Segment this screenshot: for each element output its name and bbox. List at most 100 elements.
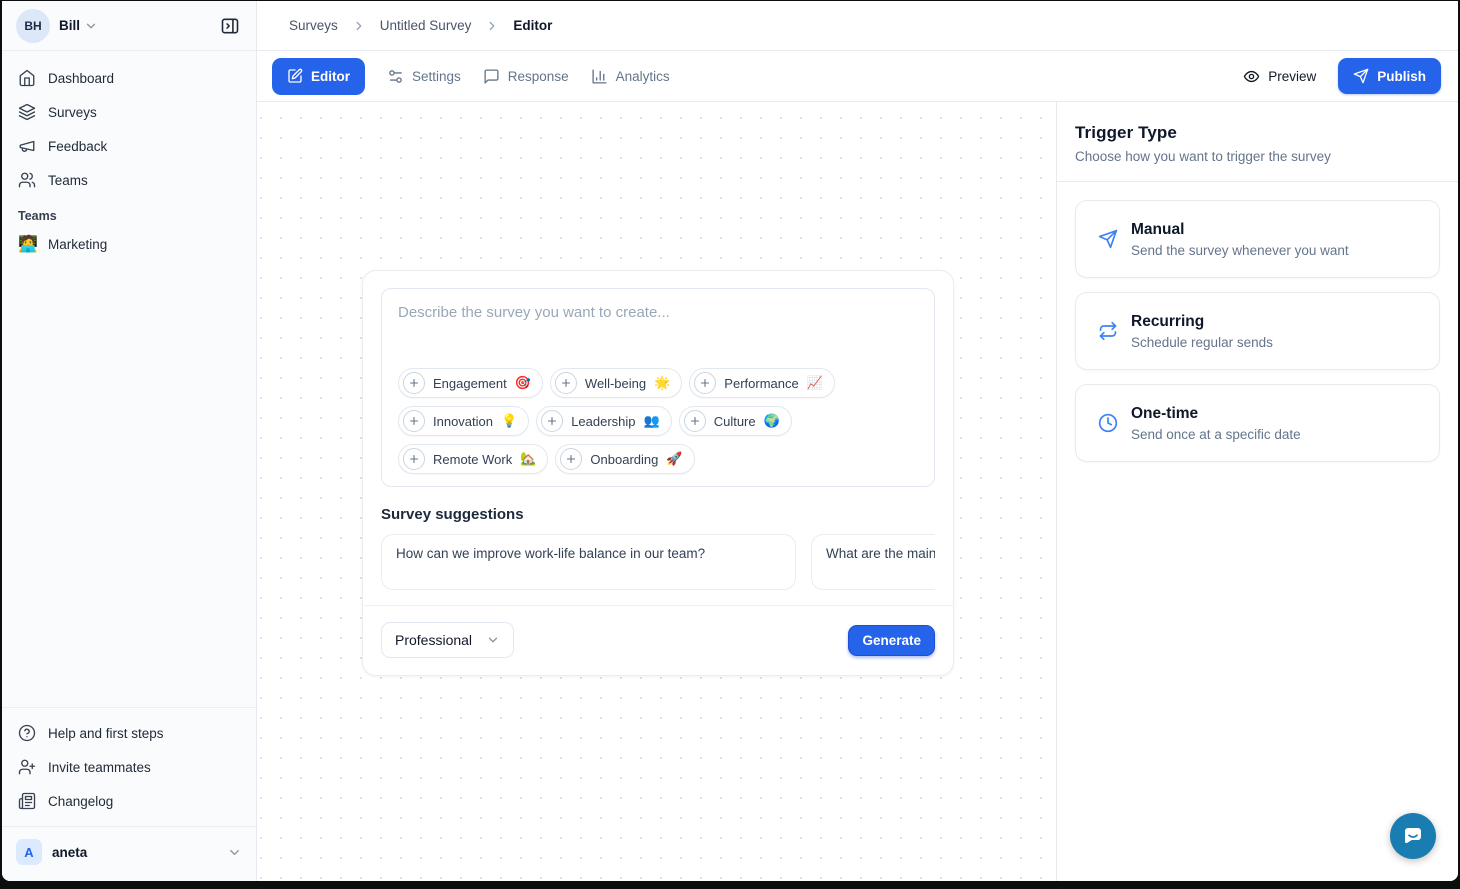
survey-description-input[interactable]: Describe the survey you want to create..… bbox=[381, 288, 935, 487]
plus-icon bbox=[684, 410, 706, 432]
account-name: aneta bbox=[52, 845, 87, 860]
chevron-down-icon bbox=[227, 845, 242, 860]
suggestions-row: How can we improve work-life balance in … bbox=[381, 534, 935, 590]
suggestions-title: Survey suggestions bbox=[381, 506, 935, 523]
publish-button[interactable]: Publish bbox=[1338, 58, 1441, 94]
star-emoji-icon: 🌟 bbox=[654, 375, 670, 391]
chat-launcher-button[interactable] bbox=[1390, 813, 1436, 859]
tab-settings[interactable]: Settings bbox=[387, 68, 461, 85]
rocket-emoji-icon: 🚀 bbox=[666, 451, 682, 467]
tone-select[interactable]: Professional bbox=[381, 622, 514, 658]
main-area: Surveys Untitled Survey Editor Editor bbox=[257, 1, 1458, 881]
chip-engagement[interactable]: Engagement 🎯 bbox=[398, 368, 543, 398]
chip-label: Remote Work bbox=[433, 452, 512, 467]
generate-button[interactable]: Generate bbox=[848, 625, 935, 656]
sidebar-item-teams[interactable]: Teams bbox=[10, 163, 248, 197]
sidebar-item-marketing[interactable]: 🧑‍💻 Marketing bbox=[10, 227, 248, 261]
tab-analytics[interactable]: Analytics bbox=[591, 68, 670, 85]
plus-icon bbox=[694, 372, 716, 394]
tab-label: Settings bbox=[412, 69, 461, 84]
tone-value: Professional bbox=[395, 632, 472, 648]
sidebar-item-label: Invite teammates bbox=[48, 760, 151, 775]
layers-icon bbox=[18, 103, 36, 121]
user-plus-icon bbox=[18, 758, 36, 776]
plus-icon bbox=[403, 372, 425, 394]
collapse-sidebar-button[interactable] bbox=[214, 10, 246, 42]
chip-well-being[interactable]: Well-being 🌟 bbox=[550, 368, 682, 398]
window-bottom-edge bbox=[0, 881, 1460, 889]
workspace-switcher[interactable]: BH Bill bbox=[2, 1, 256, 51]
plus-icon bbox=[541, 410, 563, 432]
sidebar-footer: Help and first steps Invite teammates Ch… bbox=[2, 707, 256, 881]
generate-label: Generate bbox=[862, 633, 921, 648]
sidebar-item-help[interactable]: Help and first steps bbox=[10, 716, 248, 750]
globe-emoji-icon: 🌍 bbox=[764, 413, 780, 429]
chip-remote-work[interactable]: Remote Work 🏡 bbox=[398, 444, 548, 474]
trigger-option-recurring[interactable]: Recurring Schedule regular sends bbox=[1075, 292, 1440, 370]
chip-leadership[interactable]: Leadership 👥 bbox=[536, 406, 672, 436]
plus-icon bbox=[555, 372, 577, 394]
breadcrumb-editor: Editor bbox=[513, 18, 552, 33]
sidebar-item-changelog[interactable]: Changelog bbox=[10, 784, 248, 818]
chip-label: Engagement bbox=[433, 376, 507, 391]
chevron-right-icon bbox=[485, 19, 499, 33]
send-icon bbox=[1098, 229, 1118, 249]
breadcrumb: Surveys Untitled Survey Editor bbox=[257, 1, 1458, 51]
plus-icon bbox=[403, 448, 425, 470]
repeat-icon bbox=[1098, 321, 1118, 341]
option-description: Send once at a specific date bbox=[1131, 427, 1301, 442]
tab-label: Analytics bbox=[616, 69, 670, 84]
panel-subtitle: Choose how you want to trigger the surve… bbox=[1075, 149, 1440, 164]
chip-culture[interactable]: Culture 🌍 bbox=[679, 406, 792, 436]
chip-performance[interactable]: Performance 📈 bbox=[689, 368, 835, 398]
trigger-option-one-time[interactable]: One-time Send once at a specific date bbox=[1075, 384, 1440, 462]
chip-onboarding[interactable]: Onboarding 🚀 bbox=[555, 444, 694, 474]
editor-toolbar: Editor Settings Response Analytics bbox=[257, 51, 1458, 102]
sidebar-item-surveys[interactable]: Surveys bbox=[10, 95, 248, 129]
panel-title: Trigger Type bbox=[1075, 123, 1440, 143]
account-menu[interactable]: A aneta bbox=[2, 827, 256, 881]
survey-composer-card: Describe the survey you want to create..… bbox=[362, 270, 954, 676]
suggestion-card[interactable]: How can we improve work-life balance in … bbox=[381, 534, 796, 590]
tab-label: Editor bbox=[311, 69, 350, 84]
clock-icon bbox=[1098, 413, 1118, 433]
chart-up-emoji-icon: 📈 bbox=[807, 375, 823, 391]
chat-bubble-icon bbox=[1401, 824, 1425, 848]
sidebar-item-invite-teammates[interactable]: Invite teammates bbox=[10, 750, 248, 784]
square-pen-icon bbox=[287, 68, 303, 84]
sidebar-item-label: Changelog bbox=[48, 794, 113, 809]
suggestion-card[interactable]: What are the main ob bbox=[811, 534, 935, 590]
chip-innovation[interactable]: Innovation 💡 bbox=[398, 406, 529, 436]
trigger-option-manual[interactable]: Manual Send the survey whenever you want bbox=[1075, 200, 1440, 278]
tab-response[interactable]: Response bbox=[483, 68, 569, 85]
sidebar: BH Bill Dashboard Surv bbox=[2, 1, 257, 881]
sidebar-nav: Dashboard Surveys Feedback Teams bbox=[2, 51, 256, 261]
topic-chips: Engagement 🎯 Well-being 🌟 bbox=[398, 368, 918, 474]
breadcrumb-untitled-survey[interactable]: Untitled Survey bbox=[380, 18, 472, 33]
sidebar-item-label: Teams bbox=[48, 173, 88, 188]
busts-emoji-icon: 👥 bbox=[644, 413, 660, 429]
avatar-initials: BH bbox=[24, 19, 41, 33]
account-initial: A bbox=[24, 845, 33, 860]
users-icon bbox=[18, 171, 36, 189]
sidebar-item-feedback[interactable]: Feedback bbox=[10, 129, 248, 163]
preview-button[interactable]: Preview bbox=[1243, 68, 1316, 85]
home-icon bbox=[18, 69, 36, 87]
tab-editor[interactable]: Editor bbox=[272, 58, 365, 95]
teams-section-label: Teams bbox=[10, 209, 248, 223]
chip-label: Performance bbox=[724, 376, 798, 391]
account-avatar: A bbox=[16, 839, 42, 865]
option-title: Manual bbox=[1131, 221, 1349, 239]
panel-right-icon bbox=[220, 16, 240, 36]
preview-label: Preview bbox=[1268, 69, 1316, 84]
eye-icon bbox=[1243, 68, 1260, 85]
message-square-icon bbox=[483, 68, 500, 85]
sidebar-item-dashboard[interactable]: Dashboard bbox=[10, 61, 248, 95]
editor-canvas[interactable]: Describe the survey you want to create..… bbox=[257, 102, 1056, 881]
chip-label: Innovation bbox=[433, 414, 493, 429]
option-description: Schedule regular sends bbox=[1131, 335, 1273, 350]
bulb-emoji-icon: 💡 bbox=[501, 413, 517, 429]
sidebar-item-label: Dashboard bbox=[48, 71, 114, 86]
option-title: Recurring bbox=[1131, 313, 1273, 331]
breadcrumb-surveys[interactable]: Surveys bbox=[289, 18, 338, 33]
